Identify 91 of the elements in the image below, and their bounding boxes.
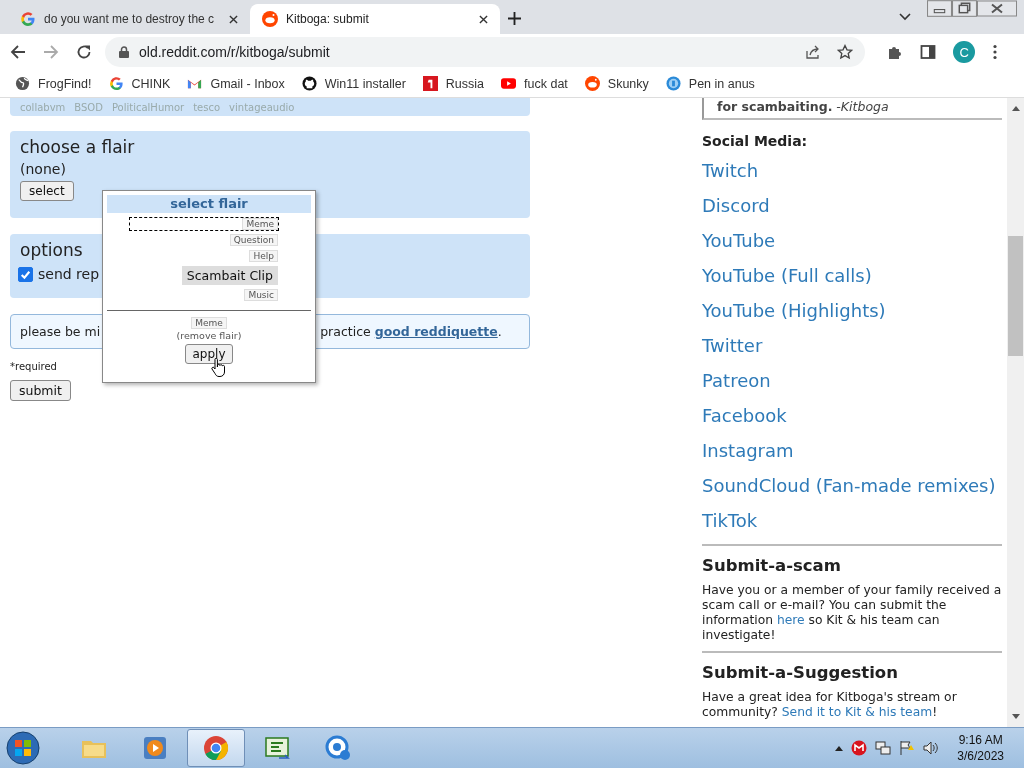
bookmark[interactable]: Gmail - Inbox <box>187 76 285 91</box>
text-link[interactable]: here <box>776 613 805 627</box>
bookmark[interactable]: Pen in anus <box>665 76 755 91</box>
scrollbar[interactable] <box>1007 98 1024 727</box>
google-icon <box>20 11 36 27</box>
checkbox[interactable] <box>18 266 33 282</box>
select-button[interactable]: select <box>20 181 74 201</box>
puzzle-icon[interactable] <box>887 44 904 60</box>
popup-title: select flair <box>107 195 311 213</box>
section-title: choose a flair <box>20 137 135 157</box>
social-link[interactable]: Twitch <box>702 153 759 188</box>
flair-option[interactable]: Meme <box>129 217 279 231</box>
current-flair: (none) <box>20 161 66 177</box>
apply-button[interactable]: apply <box>185 344 233 364</box>
period-text: . <box>497 324 502 339</box>
social-link[interactable]: Instagram <box>702 433 794 468</box>
bookmark[interactable]: Win11 installer <box>301 76 406 91</box>
text-link[interactable]: Send it to Kit & his team <box>781 705 933 719</box>
number-one-icon <box>422 76 438 91</box>
tray-arrow-icon[interactable] <box>835 745 844 751</box>
remove-flair-link[interactable]: (remove flair) <box>176 330 242 341</box>
flair-option[interactable]: Music <box>129 288 279 302</box>
chrome-icon <box>202 734 230 762</box>
clock[interactable]: 9:16 AM 3/6/2023 <box>957 732 1004 764</box>
taskbar-app[interactable] <box>187 729 245 767</box>
bookmark[interactable]: CHINK <box>108 76 171 91</box>
lock-icon <box>119 46 129 58</box>
scroll-down-icon[interactable] <box>1011 714 1020 719</box>
flair-option[interactable]: Help <box>129 249 279 263</box>
bookmark[interactable]: fuck dat <box>501 76 568 91</box>
browser-tab[interactable]: do you want me to destroy the c <box>8 4 250 34</box>
reddit-icon <box>584 76 600 91</box>
section-heading: Submit-a-scam <box>702 556 842 575</box>
bookmark[interactable]: Skunky <box>584 76 649 91</box>
round-badge-icon <box>665 76 681 91</box>
antivirus-icon[interactable] <box>851 740 868 756</box>
address-bar[interactable]: old.reddit.com/r/kitboga/submit <box>105 37 866 67</box>
restore-icon[interactable] <box>952 0 977 17</box>
section-paragraph: Have you or a member of your family received a scam call or e-mail? You can submit the information here so Kit & his team can investigate! <box>702 583 1002 643</box>
flair-preview: Meme <box>191 317 227 329</box>
media-player-icon <box>141 734 169 762</box>
submit-button[interactable]: submit <box>10 380 71 401</box>
social-media-title: Social Media: <box>702 133 808 149</box>
cat-icon <box>301 76 317 91</box>
social-link[interactable]: YouTube <box>702 223 776 258</box>
social-link[interactable]: Twitter <box>702 328 763 363</box>
share-icon[interactable] <box>805 44 822 60</box>
required-note: *required <box>10 361 57 372</box>
star-icon[interactable] <box>837 44 854 60</box>
social-link[interactable]: YouTube (Highlights) <box>702 293 886 328</box>
section-paragraph: Have a great idea for Kitboga's stream or community? Send it to Kit & his team! <box>702 690 958 720</box>
social-link[interactable]: Facebook <box>702 398 787 433</box>
speaker-icon[interactable] <box>923 740 940 756</box>
close-icon[interactable] <box>479 14 488 24</box>
back-icon[interactable] <box>10 44 26 60</box>
notice-text: please be mi <box>20 324 101 339</box>
social-link[interactable]: SoundCloud (Fan-made remixes) <box>702 468 996 503</box>
scroll-thumb[interactable] <box>1008 236 1023 356</box>
play-icon <box>501 76 517 91</box>
globe-icon <box>15 76 30 91</box>
reload-icon[interactable] <box>76 44 92 60</box>
social-link[interactable]: Discord <box>702 188 770 223</box>
close-icon[interactable] <box>229 14 238 24</box>
clock-date: 3/6/2023 <box>957 748 1004 764</box>
close-icon[interactable] <box>977 0 1017 17</box>
reddiquette-link[interactable]: good reddiquette <box>374 324 498 339</box>
browser-tab[interactable]: Kitboga: submit <box>250 4 500 34</box>
flair-option[interactable]: Question <box>129 233 279 247</box>
notice-text: practice <box>320 324 372 339</box>
start-button[interactable] <box>5 730 41 766</box>
social-link[interactable]: TikTok <box>702 503 758 538</box>
bookmark[interactable]: Russia <box>422 76 485 91</box>
network-icon[interactable] <box>875 740 892 756</box>
code-window-icon <box>263 734 291 762</box>
minimize-icon[interactable] <box>927 0 952 17</box>
menu-icon[interactable] <box>993 44 997 60</box>
quote: for scambaiting. -Kitboga <box>702 98 1002 120</box>
side-panel-icon[interactable] <box>920 44 937 60</box>
scroll-up-icon[interactable] <box>1011 106 1020 111</box>
checkbox-label: send rep <box>38 266 100 282</box>
chevron-down-icon[interactable] <box>899 13 911 21</box>
reddit-icon <box>262 11 278 27</box>
social-link[interactable]: YouTube (Full calls) <box>702 258 872 293</box>
google-icon <box>108 76 124 91</box>
new-tab-icon[interactable] <box>508 12 521 25</box>
section-heading: Submit-a-Suggestion <box>702 663 899 682</box>
clock-time: 9:16 AM <box>958 732 1003 748</box>
bookmark[interactable]: FrogFind! <box>15 76 92 91</box>
social-link[interactable]: Patreon <box>702 363 771 398</box>
section-title: options <box>20 240 83 260</box>
flag-icon[interactable] <box>899 740 916 756</box>
